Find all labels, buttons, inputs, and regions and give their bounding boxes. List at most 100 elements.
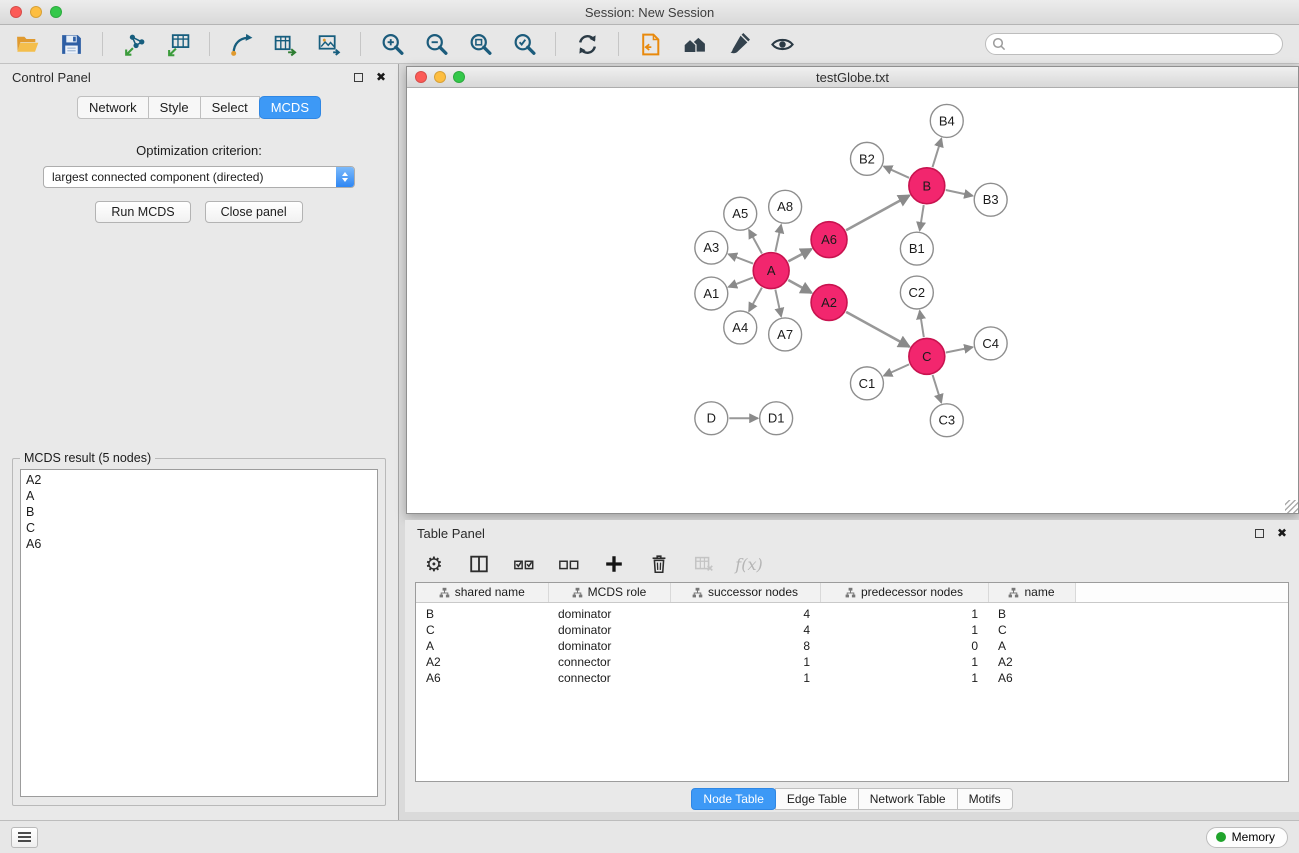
table-row[interactable]: C dominator 4 1 C <box>416 622 1288 638</box>
cell-shared-name[interactable]: C <box>416 622 548 638</box>
delete-column-button[interactable] <box>646 551 672 577</box>
table-settings-button[interactable]: ⚙ <box>421 551 447 577</box>
list-item[interactable]: C <box>26 520 372 536</box>
graph-edge-A-A5[interactable] <box>749 230 762 254</box>
graph-edge-C-C3[interactable] <box>933 375 942 403</box>
graph-node-A5[interactable]: A5 <box>724 197 757 230</box>
zoom-window-button[interactable] <box>50 6 62 18</box>
first-neighbors-button[interactable] <box>679 29 709 59</box>
cell-successor-nodes[interactable]: 8 <box>670 638 820 654</box>
memory-button[interactable]: Memory <box>1206 827 1288 848</box>
graph-node-A3[interactable]: A3 <box>695 231 728 264</box>
list-item[interactable]: A6 <box>26 536 372 552</box>
graph-node-A7[interactable]: A7 <box>769 318 802 351</box>
minimize-network-window-button[interactable] <box>434 71 446 83</box>
cell-shared-name[interactable]: A <box>416 638 548 654</box>
tab-node-table[interactable]: Node Table <box>691 788 776 810</box>
cell-mcds-role[interactable]: dominator <box>548 622 670 638</box>
search-input[interactable] <box>985 33 1283 55</box>
graph-node-C3[interactable]: C3 <box>930 404 963 437</box>
deselect-all-columns-button[interactable] <box>556 551 582 577</box>
graph-node-C[interactable]: C <box>909 338 945 374</box>
column-header-successor-nodes[interactable]: successor nodes <box>670 583 820 602</box>
graph-edge-A6-B[interactable] <box>846 195 909 230</box>
cell-shared-name[interactable]: A6 <box>416 670 548 686</box>
close-panel-icon[interactable]: ✖ <box>376 71 386 83</box>
cell-shared-name[interactable]: A2 <box>416 654 548 670</box>
graph-node-C4[interactable]: C4 <box>974 327 1007 360</box>
graph-edge-B-B3[interactable] <box>946 190 973 196</box>
status-menu-button[interactable] <box>11 827 38 848</box>
open-session-button[interactable] <box>12 29 42 59</box>
cell-predecessor-nodes[interactable]: 1 <box>820 602 988 622</box>
column-header-predecessor-nodes[interactable]: predecessor nodes <box>820 583 988 602</box>
graph-node-B3[interactable]: B3 <box>974 183 1007 216</box>
cell-successor-nodes[interactable]: 4 <box>670 602 820 622</box>
add-column-button[interactable] <box>601 551 627 577</box>
graph-edge-C-C1[interactable] <box>884 364 909 375</box>
graph-node-B4[interactable]: B4 <box>930 104 963 137</box>
graph-node-A1[interactable]: A1 <box>695 277 728 310</box>
graph-node-B2[interactable]: B2 <box>850 142 883 175</box>
import-table-button[interactable] <box>163 29 193 59</box>
graph-node-C2[interactable]: C2 <box>900 276 933 309</box>
refresh-layout-button[interactable] <box>572 29 602 59</box>
tab-edge-table[interactable]: Edge Table <box>775 788 859 810</box>
graph-edge-A-A6[interactable] <box>788 249 811 261</box>
run-mcds-button[interactable]: Run MCDS <box>95 201 190 223</box>
show-columns-button[interactable] <box>466 551 492 577</box>
tab-style[interactable]: Style <box>148 96 201 119</box>
export-network-button[interactable] <box>226 29 256 59</box>
graph-node-A6[interactable]: A6 <box>811 222 847 258</box>
cell-predecessor-nodes[interactable]: 1 <box>820 622 988 638</box>
graph-edge-B-B1[interactable] <box>920 205 924 230</box>
minimize-window-button[interactable] <box>30 6 42 18</box>
graph-node-D1[interactable]: D1 <box>760 402 793 435</box>
select-all-columns-button[interactable] <box>511 551 537 577</box>
close-panel-icon[interactable]: ✖ <box>1277 527 1287 539</box>
zoom-network-window-button[interactable] <box>453 71 465 83</box>
graph-edge-A-A1[interactable] <box>729 278 753 287</box>
cell-successor-nodes[interactable]: 4 <box>670 622 820 638</box>
export-image-button[interactable] <box>314 29 344 59</box>
table-row[interactable]: B dominator 4 1 B <box>416 602 1288 622</box>
graph-node-A8[interactable]: A8 <box>769 190 802 223</box>
graph-edge-B-B4[interactable] <box>933 139 942 168</box>
mcds-result-list[interactable]: A2 A B C A6 <box>20 469 378 797</box>
graph-edge-A-A7[interactable] <box>775 290 781 317</box>
tab-network[interactable]: Network <box>77 96 149 119</box>
zoom-fit-button[interactable] <box>465 29 495 59</box>
close-network-window-button[interactable] <box>415 71 427 83</box>
import-network-button[interactable] <box>119 29 149 59</box>
column-header-name[interactable]: name <box>988 583 1075 602</box>
tab-mcds[interactable]: MCDS <box>259 96 321 119</box>
graph-node-A[interactable]: A <box>753 253 789 289</box>
window-resize-handle[interactable] <box>1285 500 1298 513</box>
graph-node-B[interactable]: B <box>909 168 945 204</box>
graph-edge-A-A4[interactable] <box>749 288 762 312</box>
tab-network-table[interactable]: Network Table <box>858 788 958 810</box>
cell-predecessor-nodes[interactable]: 0 <box>820 638 988 654</box>
table-row[interactable]: A6 connector 1 1 A6 <box>416 670 1288 686</box>
table-row[interactable]: A2 connector 1 1 A2 <box>416 654 1288 670</box>
table-row[interactable]: A dominator 8 0 A <box>416 638 1288 654</box>
graph-edge-A-A2[interactable] <box>788 280 811 293</box>
cell-predecessor-nodes[interactable]: 1 <box>820 670 988 686</box>
zoom-out-button[interactable] <box>421 29 451 59</box>
graph-edge-A-A8[interactable] <box>775 225 781 252</box>
cell-name[interactable]: B <box>988 602 1075 622</box>
graph-edge-A-A3[interactable] <box>729 254 753 263</box>
criterion-dropdown[interactable]: largest connected component (directed) <box>43 166 355 188</box>
cell-name[interactable]: A6 <box>988 670 1075 686</box>
close-window-button[interactable] <box>10 6 22 18</box>
cell-mcds-role[interactable]: connector <box>548 654 670 670</box>
network-file-button[interactable] <box>635 29 665 59</box>
tab-select[interactable]: Select <box>200 96 260 119</box>
cell-predecessor-nodes[interactable]: 1 <box>820 654 988 670</box>
graph-node-C1[interactable]: C1 <box>850 367 883 400</box>
cell-mcds-role[interactable]: dominator <box>548 602 670 622</box>
network-graph[interactable]: B4B2BB3A5A8A6B1A3AC2A1A2A4A7C4CC1C3DD1 <box>407 88 1298 513</box>
graph-node-B1[interactable]: B1 <box>900 232 933 265</box>
cell-shared-name[interactable]: B <box>416 602 548 622</box>
float-panel-icon[interactable] <box>1255 529 1264 538</box>
